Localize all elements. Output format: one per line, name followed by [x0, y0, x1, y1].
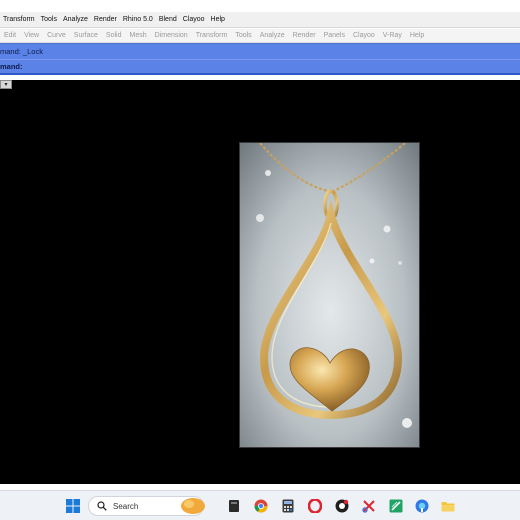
search-box[interactable]: Search	[88, 496, 207, 516]
tab-panels[interactable]: Panels	[320, 32, 349, 39]
taskbar: Search	[0, 490, 520, 520]
pendant-reference-image	[239, 142, 420, 448]
menu-rhino5[interactable]: Rhino 5.0	[120, 16, 156, 23]
tab-mesh[interactable]: Mesh	[126, 32, 151, 39]
tab-analyze[interactable]: Analyze	[256, 32, 289, 39]
start-icon[interactable]	[65, 498, 81, 514]
menu-bar: Transform Tools Analyze Render Rhino 5.0…	[0, 12, 520, 28]
folder-icon[interactable]	[440, 498, 456, 514]
menu-transform[interactable]: Transform	[0, 16, 38, 23]
tab-clayoo[interactable]: Clayoo	[349, 32, 379, 39]
opera-icon[interactable]	[307, 498, 323, 514]
tab-surface[interactable]: Surface	[70, 32, 102, 39]
menu-help[interactable]: Help	[208, 16, 228, 23]
calculator-icon[interactable]	[280, 498, 296, 514]
command-history: mand: _Lock	[0, 43, 520, 59]
menu-blend[interactable]: Blend	[156, 16, 180, 23]
app-icon[interactable]	[334, 498, 350, 514]
viewport[interactable]: ▾	[0, 80, 520, 484]
spreadsheet-icon[interactable]	[388, 498, 404, 514]
chevron-down-icon: ▾	[4, 81, 8, 88]
menu-tools[interactable]: Tools	[38, 16, 60, 23]
snipping-icon[interactable]	[361, 498, 377, 514]
tab-edit[interactable]: Edit	[0, 32, 20, 39]
tab-render[interactable]: Render	[289, 32, 320, 39]
search-label: Search	[113, 501, 139, 511]
toolbar-tab-row: Edit View Curve Surface Solid Mesh Dimen…	[0, 29, 520, 43]
pendant-illustration	[240, 143, 419, 447]
widget-icon[interactable]	[179, 497, 207, 515]
menu-render[interactable]: Render	[91, 16, 120, 23]
tab-view[interactable]: View	[20, 32, 43, 39]
command-history-text: mand: _Lock	[0, 47, 43, 56]
tab-vray[interactable]: V-Ray	[379, 32, 406, 39]
tab-solid[interactable]: Solid	[102, 32, 126, 39]
menu-clayoo[interactable]: Clayoo	[180, 16, 208, 23]
tab-dimension[interactable]: Dimension	[151, 32, 192, 39]
menu-analyze[interactable]: Analyze	[60, 16, 91, 23]
chrome-icon[interactable]	[253, 498, 269, 514]
search-icon	[95, 499, 109, 513]
file-explorer-icon[interactable]	[226, 498, 242, 514]
tab-help[interactable]: Help	[406, 32, 428, 39]
command-input[interactable]	[26, 60, 520, 73]
command-prompt-label: mand:	[0, 62, 23, 71]
tab-transform[interactable]: Transform	[192, 32, 232, 39]
tab-curve[interactable]: Curve	[43, 32, 70, 39]
command-prompt: mand:	[0, 59, 520, 75]
viewport-menu-button[interactable]: ▾	[0, 80, 12, 89]
edge-icon[interactable]	[414, 498, 430, 514]
tab-tools[interactable]: Tools	[231, 32, 255, 39]
